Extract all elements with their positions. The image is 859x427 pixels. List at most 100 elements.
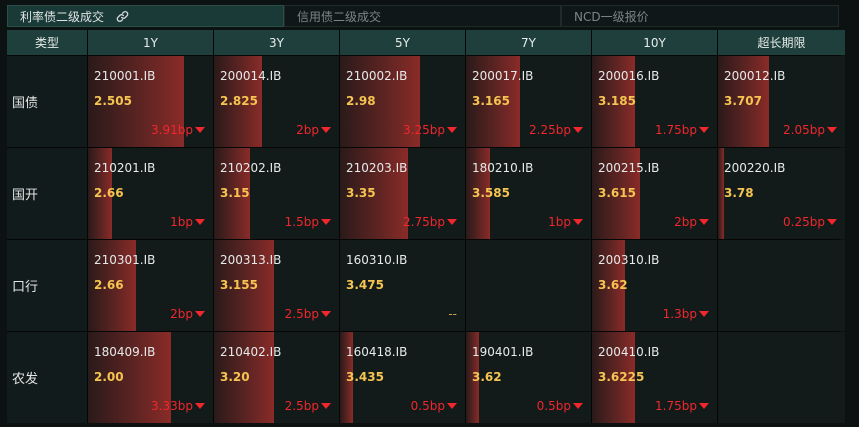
bond-yield: 3.707 bbox=[724, 94, 762, 108]
bond-cell[interactable]: 200012.IB 3.707 2.05bp bbox=[718, 56, 845, 147]
tab-rate-bond-secondary[interactable]: 利率债二级成交 bbox=[7, 5, 284, 27]
yield-change: -- bbox=[448, 307, 457, 321]
yield-change: 3.25bp bbox=[403, 123, 457, 137]
tab-ncd-primary-quote[interactable]: NCD一级报价 bbox=[561, 5, 839, 27]
triangle-down-icon bbox=[195, 403, 205, 409]
tab-label: 利率债二级成交 bbox=[20, 10, 105, 24]
bond-code: 190401.IB bbox=[472, 345, 534, 359]
bond-cell[interactable]: 200410.IB 3.6225 1.75bp bbox=[592, 332, 717, 423]
bond-cell[interactable]: 200310.IB 3.62 1.3bp bbox=[592, 240, 717, 331]
bond-code: 200410.IB bbox=[598, 345, 660, 359]
row-label: 口行 bbox=[7, 240, 87, 331]
triangle-down-icon bbox=[699, 219, 709, 225]
yield-change: 3.91bp bbox=[151, 123, 205, 137]
yield-change-value: 1.75bp bbox=[655, 399, 697, 413]
row-label: 国开 bbox=[7, 148, 87, 239]
bond-cell[interactable]: 190401.IB 3.62 0.5bp bbox=[466, 332, 591, 423]
triangle-down-icon bbox=[573, 127, 583, 133]
bond-cell[interactable]: 160418.IB 3.435 0.5bp bbox=[340, 332, 465, 423]
yield-change: 2.25bp bbox=[529, 123, 583, 137]
bond-yield: 3.35 bbox=[346, 186, 376, 200]
yield-change-value: 1.5bp bbox=[284, 215, 319, 229]
yield-change-value: 3.33bp bbox=[151, 399, 193, 413]
yield-change: 1.5bp bbox=[285, 215, 331, 229]
bond-yield: 3.62 bbox=[472, 370, 502, 384]
bond-cell[interactable]: 210202.IB 3.15 1.5bp bbox=[214, 148, 339, 239]
bond-yield: 2.98 bbox=[346, 94, 376, 108]
yield-change: 2.5bp bbox=[285, 307, 331, 321]
yield-change-value: 2bp bbox=[674, 215, 697, 229]
bond-yield: 2.825 bbox=[220, 94, 258, 108]
empty-cell bbox=[718, 332, 845, 423]
bond-yield: 3.6225 bbox=[598, 370, 645, 384]
bond-yield: 2.66 bbox=[94, 186, 124, 200]
yield-change: 1.75bp bbox=[655, 123, 709, 137]
bond-yield: 2.00 bbox=[94, 370, 124, 384]
bond-cell[interactable]: 180409.IB 2.00 3.33bp bbox=[88, 332, 213, 423]
row-label: 国债 bbox=[7, 56, 87, 147]
triangle-down-icon bbox=[573, 219, 583, 225]
bond-yield: 3.20 bbox=[220, 370, 250, 384]
bond-code: 160310.IB bbox=[346, 253, 408, 267]
bond-code: 200220.IB bbox=[724, 161, 786, 175]
bond-yield: 3.615 bbox=[598, 186, 636, 200]
empty-cell bbox=[466, 240, 591, 331]
yield-change-value: 0.5bp bbox=[536, 399, 571, 413]
yield-change-value: 2bp bbox=[170, 307, 193, 321]
yield-change-value: -- bbox=[448, 307, 457, 321]
triangle-down-icon bbox=[699, 403, 709, 409]
yield-change: 1bp bbox=[548, 215, 583, 229]
bond-cell[interactable]: 210301.IB 2.66 2bp bbox=[88, 240, 213, 331]
bond-yield: 3.165 bbox=[472, 94, 510, 108]
header-type: 类型 bbox=[7, 30, 87, 55]
yield-change-value: 2.5bp bbox=[284, 399, 319, 413]
bond-cell[interactable]: 210201.IB 2.66 1bp bbox=[88, 148, 213, 239]
bond-code: 210201.IB bbox=[94, 161, 156, 175]
header-5y: 5Y bbox=[340, 30, 465, 55]
triangle-down-icon bbox=[827, 219, 837, 225]
tab-credit-bond-secondary[interactable]: 信用债二级成交 bbox=[284, 5, 561, 27]
bond-cell[interactable]: 160310.IB 3.475 -- bbox=[340, 240, 465, 331]
bond-code: 200310.IB bbox=[598, 253, 660, 267]
header-3y: 3Y bbox=[214, 30, 339, 55]
bond-code: 200017.IB bbox=[472, 69, 534, 83]
link-icon[interactable] bbox=[116, 8, 129, 26]
bond-cell[interactable]: 200014.IB 2.825 2bp bbox=[214, 56, 339, 147]
triangle-down-icon bbox=[573, 403, 583, 409]
yield-change: 1bp bbox=[170, 215, 205, 229]
yield-change-value: 3.25bp bbox=[403, 123, 445, 137]
bond-code: 200016.IB bbox=[598, 69, 660, 83]
bond-yield: 3.62 bbox=[598, 278, 628, 292]
bond-cell[interactable]: 210203.IB 3.35 2.75bp bbox=[340, 148, 465, 239]
bond-cell[interactable]: 200016.IB 3.185 1.75bp bbox=[592, 56, 717, 147]
triangle-down-icon bbox=[195, 127, 205, 133]
yield-change-value: 3.91bp bbox=[151, 123, 193, 137]
yield-change-value: 1.3bp bbox=[662, 307, 697, 321]
header-10y: 10Y bbox=[592, 30, 717, 55]
bond-yield: 3.435 bbox=[346, 370, 384, 384]
yield-change: 1.3bp bbox=[663, 307, 709, 321]
triangle-down-icon bbox=[447, 127, 457, 133]
bond-cell[interactable]: 180210.IB 3.585 1bp bbox=[466, 148, 591, 239]
bond-cell[interactable]: 210402.IB 3.20 2.5bp bbox=[214, 332, 339, 423]
bond-cell[interactable]: 200215.IB 3.615 2bp bbox=[592, 148, 717, 239]
triangle-down-icon bbox=[321, 127, 331, 133]
bond-code: 200215.IB bbox=[598, 161, 660, 175]
bond-cell[interactable]: 210002.IB 2.98 3.25bp bbox=[340, 56, 465, 147]
triangle-down-icon bbox=[321, 403, 331, 409]
bond-cell[interactable]: 200313.IB 3.155 2.5bp bbox=[214, 240, 339, 331]
bond-code: 210001.IB bbox=[94, 69, 156, 83]
bond-cell[interactable]: 200220.IB 3.78 0.25bp bbox=[718, 148, 845, 239]
bond-yield: 3.78 bbox=[724, 186, 754, 200]
yield-change: 1.75bp bbox=[655, 399, 709, 413]
yield-change: 2.75bp bbox=[403, 215, 457, 229]
bond-yield: 3.155 bbox=[220, 278, 258, 292]
bond-code: 180210.IB bbox=[472, 161, 534, 175]
bond-code: 210002.IB bbox=[346, 69, 408, 83]
yield-change-value: 0.5bp bbox=[410, 399, 445, 413]
yield-change-value: 2.5bp bbox=[284, 307, 319, 321]
bond-cell[interactable]: 210001.IB 2.505 3.91bp bbox=[88, 56, 213, 147]
bond-cell[interactable]: 200017.IB 3.165 2.25bp bbox=[466, 56, 591, 147]
yield-change-value: 1bp bbox=[170, 215, 193, 229]
header-7y: 7Y bbox=[466, 30, 591, 55]
